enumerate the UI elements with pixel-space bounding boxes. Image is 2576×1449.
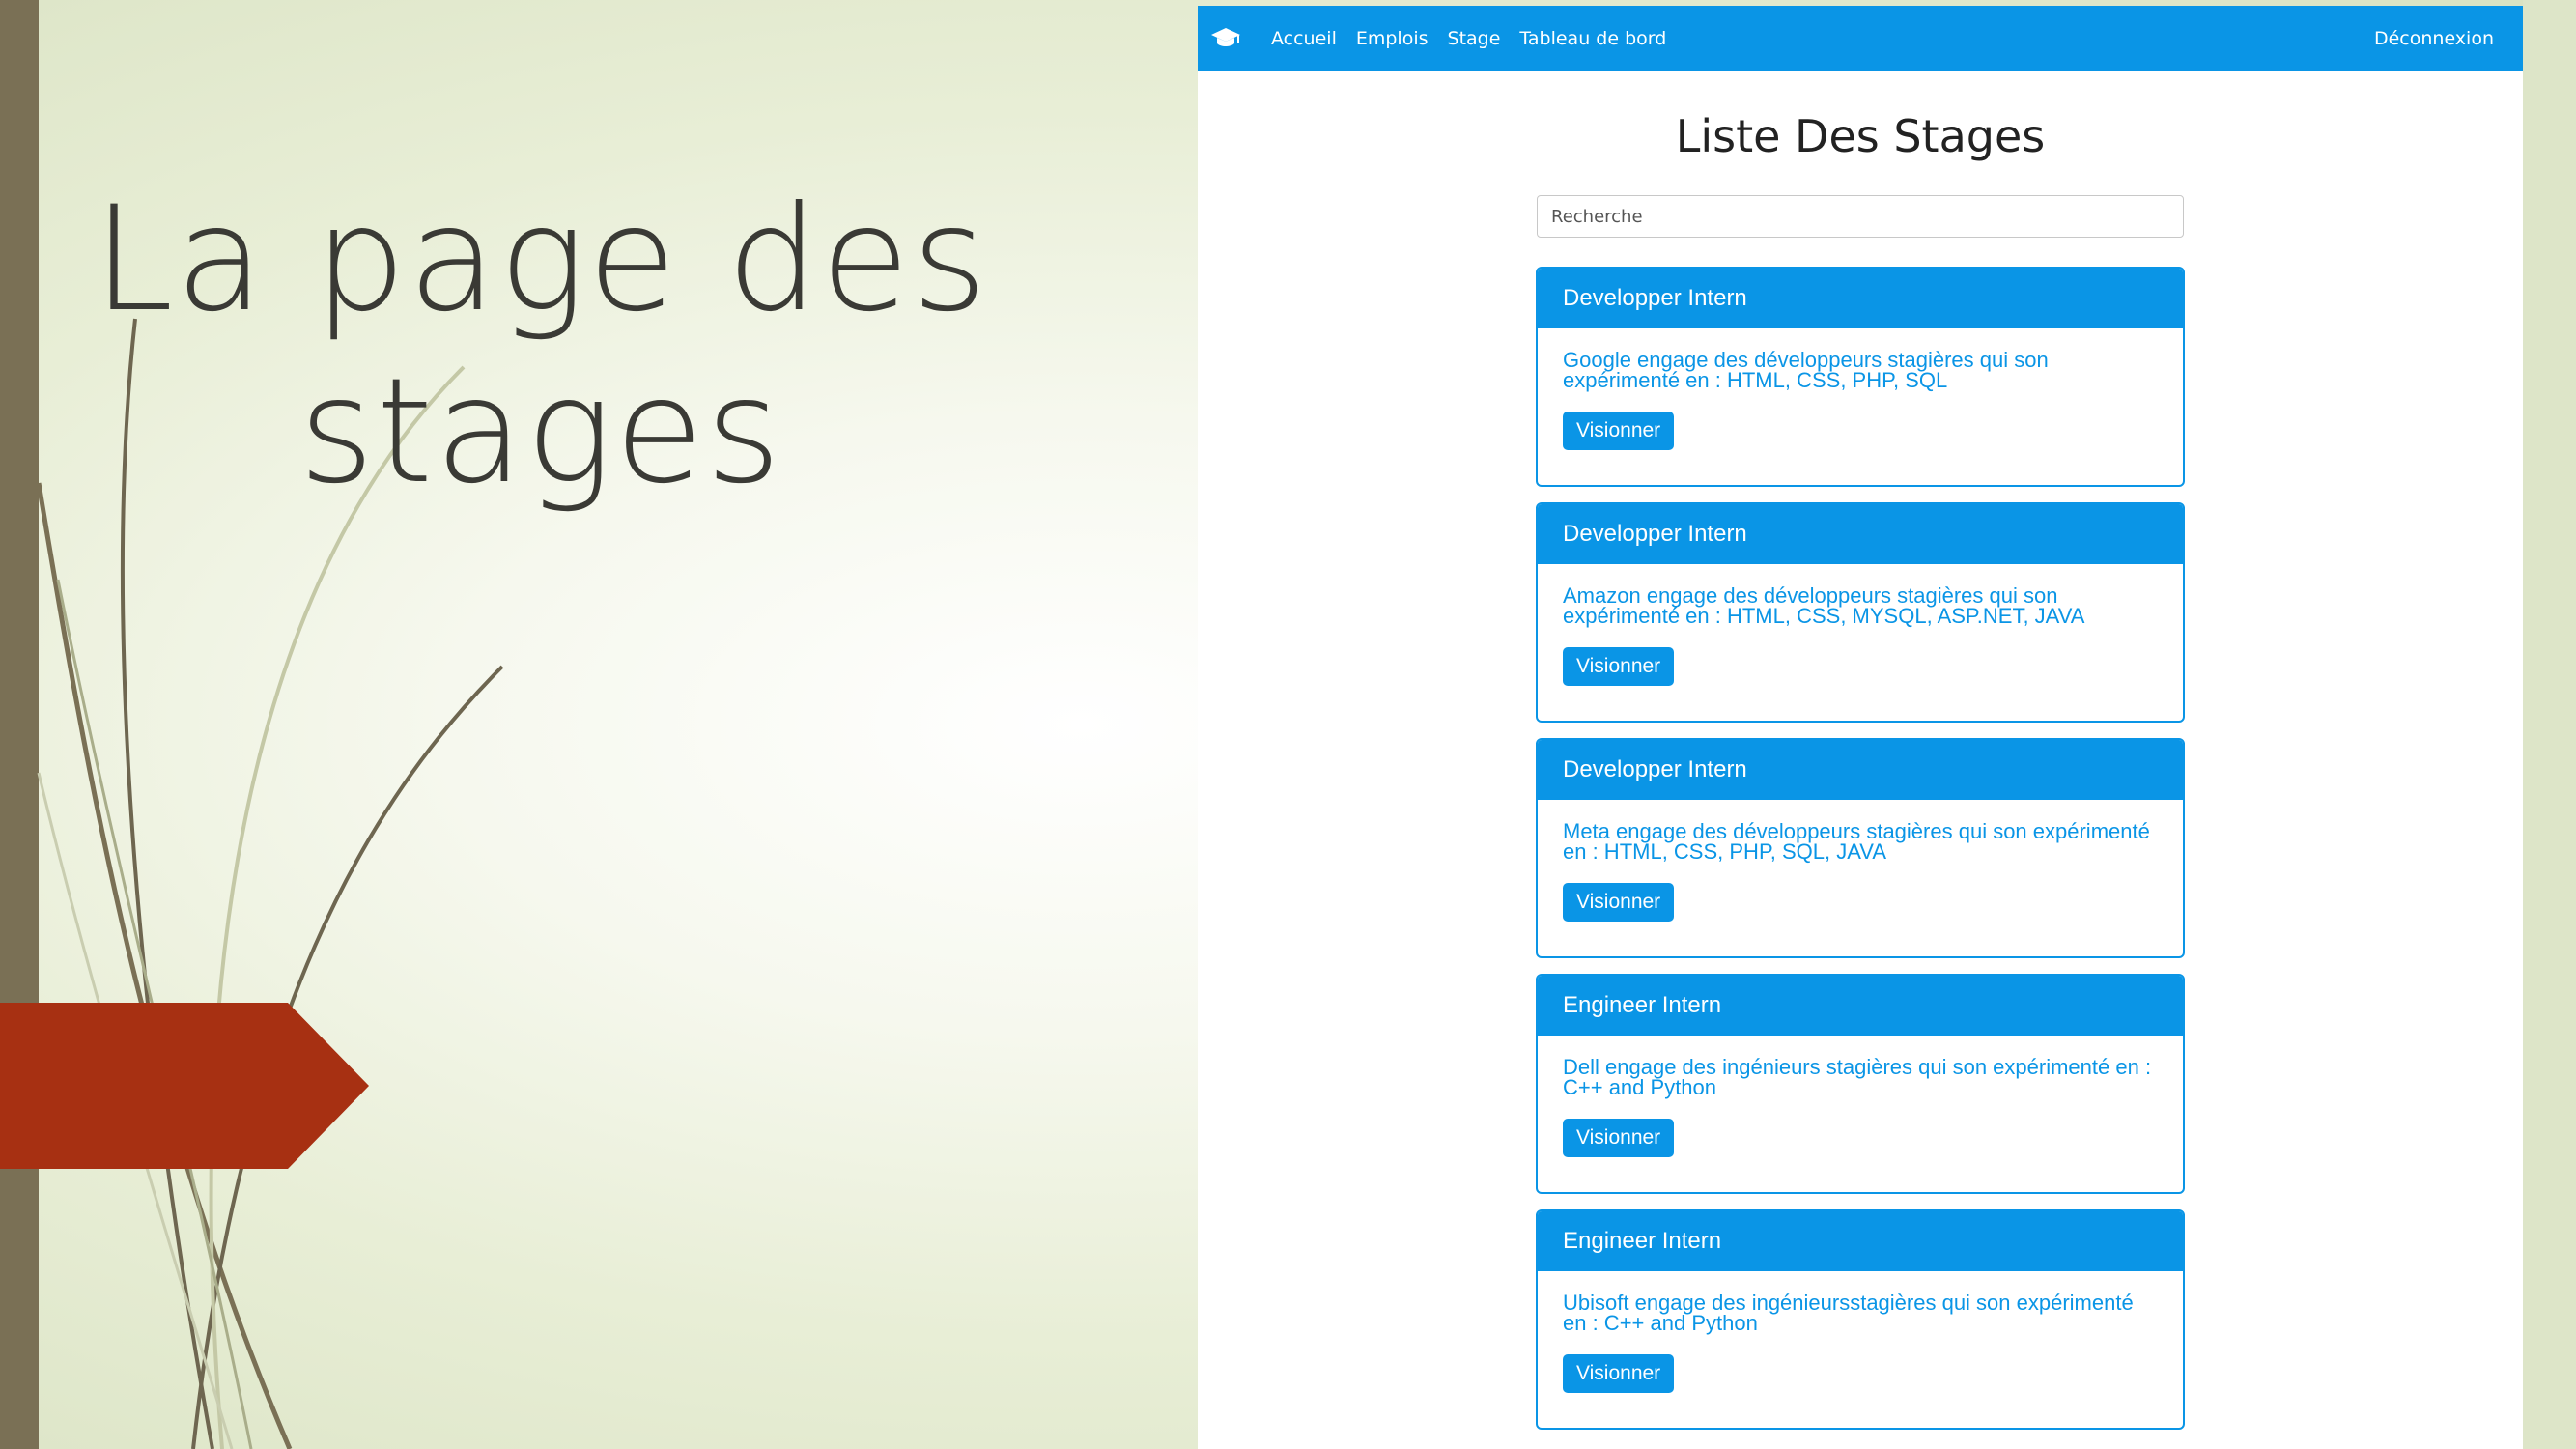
logout-link[interactable]: Déconnexion bbox=[2374, 28, 2494, 49]
card-title: Developper Intern bbox=[1538, 504, 2183, 564]
search-input[interactable] bbox=[1537, 195, 2184, 238]
card-title: Developper Intern bbox=[1538, 740, 2183, 800]
slide-title: La page des stages bbox=[58, 174, 1024, 518]
card-title: Engineer Intern bbox=[1538, 1211, 2183, 1271]
card-description: Amazon engage des développeurs stagières… bbox=[1563, 583, 2085, 628]
card-description: Google engage des développeurs stagières… bbox=[1563, 348, 2049, 392]
card-body: Meta engage des développeurs stagières q… bbox=[1538, 800, 2183, 922]
view-button[interactable]: Visionner bbox=[1563, 1354, 1675, 1393]
internship-list: Developper Intern Google engage des déve… bbox=[1536, 267, 2185, 1430]
card-description: Ubisoft engage des ingénieursstagières q… bbox=[1563, 1291, 2134, 1335]
card-body: Ubisoft engage des ingénieursstagières q… bbox=[1538, 1271, 2183, 1393]
slide-title-line1: La page des bbox=[93, 176, 989, 344]
nav-link-accueil[interactable]: Accueil bbox=[1271, 28, 1337, 49]
app-screenshot: Accueil Emplois Stage Tableau de bord Dé… bbox=[1198, 6, 2523, 1449]
card-title: Engineer Intern bbox=[1538, 976, 2183, 1036]
slide-title-line2: stages bbox=[298, 348, 783, 516]
nav-link-emplois[interactable]: Emplois bbox=[1356, 28, 1429, 49]
nav-link-stage[interactable]: Stage bbox=[1448, 28, 1501, 49]
internship-card: Developper Intern Amazon engage des déve… bbox=[1536, 502, 2185, 723]
view-button[interactable]: Visionner bbox=[1563, 883, 1675, 922]
red-arrow-shape bbox=[0, 1003, 369, 1169]
view-button[interactable]: Visionner bbox=[1563, 412, 1675, 450]
view-button[interactable]: Visionner bbox=[1563, 1119, 1675, 1157]
card-description: Dell engage des ingénieurs stagières qui… bbox=[1563, 1055, 2152, 1099]
slide-right-strip bbox=[2523, 0, 2576, 1449]
card-title: Developper Intern bbox=[1538, 269, 2183, 328]
internship-card: Engineer Intern Ubisoft engage des ingén… bbox=[1536, 1209, 2185, 1430]
page-title: Liste Des Stages bbox=[1675, 110, 2046, 162]
internship-card: Engineer Intern Dell engage des ingénieu… bbox=[1536, 974, 2185, 1194]
card-body: Google engage des développeurs stagières… bbox=[1538, 328, 2183, 450]
navbar: Accueil Emplois Stage Tableau de bord Dé… bbox=[1198, 6, 2523, 71]
nav-link-tableau-de-bord[interactable]: Tableau de bord bbox=[1519, 28, 1666, 49]
card-description: Meta engage des développeurs stagières q… bbox=[1563, 819, 2150, 864]
graduation-cap-icon[interactable] bbox=[1209, 24, 1242, 53]
internship-card: Developper Intern Google engage des déve… bbox=[1536, 267, 2185, 487]
card-body: Dell engage des ingénieurs stagières qui… bbox=[1538, 1036, 2183, 1157]
card-body: Amazon engage des développeurs stagières… bbox=[1538, 564, 2183, 686]
view-button[interactable]: Visionner bbox=[1563, 647, 1675, 686]
internship-card: Developper Intern Meta engage des dévelo… bbox=[1536, 738, 2185, 958]
